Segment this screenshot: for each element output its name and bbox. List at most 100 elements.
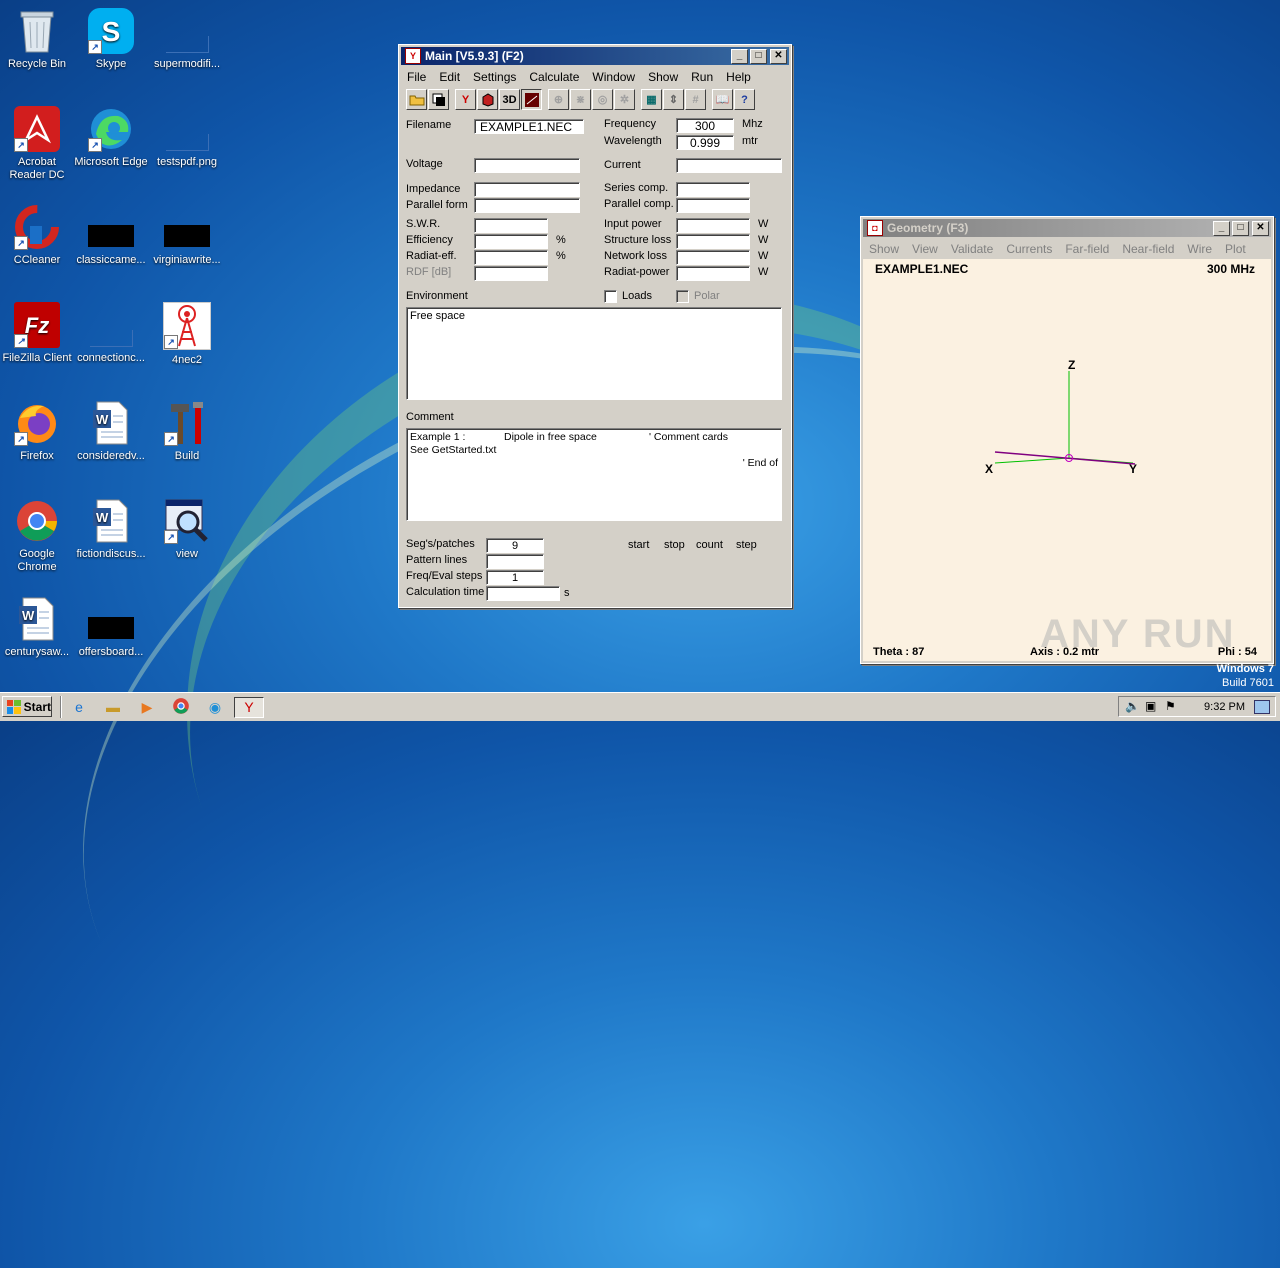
radiat-eff-field[interactable] [474, 250, 548, 265]
action-center-flag-icon[interactable]: ⚑ [1165, 699, 1176, 713]
environment-textbox[interactable]: Free space [406, 307, 782, 400]
desktop-icon-filezilla[interactable]: Fz ↗ FileZilla Client [0, 302, 74, 365]
impedance-field[interactable] [474, 182, 580, 197]
geo-menu-view[interactable]: View [906, 242, 945, 256]
efficiency-field[interactable] [474, 234, 548, 249]
voltage-field[interactable] [474, 158, 580, 173]
current-field[interactable] [676, 158, 782, 173]
far-field-icon[interactable]: ⊕ [548, 89, 569, 110]
menu-calculate[interactable]: Calculate [523, 70, 586, 84]
explorer-folder-icon[interactable]: ▬ [103, 697, 123, 717]
3d-view-button[interactable]: 3D [499, 89, 520, 110]
geometry-titlebar[interactable]: ◘ Geometry (F3) _ □ ✕ [863, 219, 1271, 237]
desktop-icon-chrome[interactable]: Google Chrome [0, 498, 74, 574]
radiat-power-unit: W [758, 266, 769, 278]
series-comp-field[interactable] [676, 182, 750, 197]
desktop-icon-skype[interactable]: S ↗ Skype [74, 8, 148, 71]
antenna-icon[interactable]: Y [455, 89, 476, 110]
desktop-icon-virginiawrite[interactable]: virginiawrite... [150, 204, 224, 267]
loads-checkbox[interactable] [604, 290, 617, 303]
desktop-icon-view[interactable]: ↗ view [150, 498, 224, 561]
system-tray: 🔈 ▣ ⚑ 9:32 PM [1118, 696, 1276, 717]
volume-icon[interactable]: 🔈 [1125, 699, 1140, 713]
close-button[interactable]: ✕ [770, 48, 787, 64]
geometry-canvas[interactable]: EXAMPLE1.NEC 300 MHz Z X Y Theta : 87 Ax… [863, 259, 1271, 661]
options-icon[interactable]: # [685, 89, 706, 110]
menu-show[interactable]: Show [642, 70, 685, 84]
desktop-icon-edge[interactable]: ↗ Microsoft Edge [74, 106, 148, 169]
polar-checkbox[interactable] [676, 290, 689, 303]
menu-settings[interactable]: Settings [467, 70, 523, 84]
desktop-icon-supermodifi[interactable]: supermodifi... [150, 8, 224, 71]
maximize-button[interactable]: □ [750, 48, 767, 64]
copy-windows-icon[interactable] [428, 89, 449, 110]
desktop-icon-build[interactable]: ↗ Build [150, 400, 224, 463]
menu-run[interactable]: Run [685, 70, 720, 84]
cube-icon[interactable] [477, 89, 498, 110]
rdf-field[interactable] [474, 266, 548, 281]
radiat-power-field[interactable] [676, 266, 750, 281]
clock[interactable]: 9:32 PM [1204, 701, 1245, 713]
geo-menu-plot[interactable]: Plot [1219, 242, 1253, 256]
comment-textbox[interactable]: Example 1 : Dipole in free space ' Comme… [406, 428, 782, 521]
minimize-button[interactable]: _ [731, 48, 748, 64]
desktop-icon-recycle-bin[interactable]: Recycle Bin [0, 8, 74, 71]
close-button[interactable]: ✕ [1252, 220, 1269, 236]
calculator-icon[interactable]: ▦ [641, 89, 662, 110]
help-icon[interactable]: ? [734, 89, 755, 110]
desktop-icon-consideredv[interactable]: W consideredv... [74, 400, 148, 463]
filename-field[interactable]: EXAMPLE1.NEC [474, 119, 584, 134]
menu-window[interactable]: Window [586, 70, 642, 84]
freq-steps-field[interactable]: 1 [486, 570, 544, 585]
media-player-icon[interactable]: ▶ [137, 697, 157, 717]
desktop-icon-fictiondiscus[interactable]: W fictiondiscus... [74, 498, 148, 561]
desktop-icon-classiccame[interactable]: classiccame... [74, 204, 148, 267]
near-field-icon[interactable]: ⋇ [570, 89, 591, 110]
open-folder-icon[interactable] [406, 89, 427, 110]
network-loss-field[interactable] [676, 250, 750, 265]
sweep-icon[interactable]: ✲ [614, 89, 635, 110]
desktop-icon-connectionc[interactable]: connectionc... [74, 302, 148, 365]
desktop-icon-offersboard[interactable]: offersboard... [74, 596, 148, 659]
geo-menu-wire[interactable]: Wire [1181, 242, 1219, 256]
frequency-field[interactable]: 300 [676, 118, 734, 133]
maximize-button[interactable]: □ [1232, 220, 1249, 236]
parallel-comp-field[interactable] [676, 198, 750, 213]
start-button[interactable]: Start [2, 696, 52, 717]
geo-menu-near-field[interactable]: Near-field [1116, 242, 1181, 256]
4nec2-taskbar-button[interactable]: Y [234, 697, 264, 718]
segs-field[interactable]: 9 [486, 538, 544, 553]
desktop-icon-acrobat[interactable]: ↗ Acrobat Reader DC [0, 106, 74, 182]
geo-menu-currents[interactable]: Currents [1000, 242, 1059, 256]
calc-time-field[interactable] [486, 586, 560, 601]
show-desktop-icon[interactable] [1254, 700, 1270, 714]
main-titlebar[interactable]: Y Main [V5.9.3] (F2) _ □ ✕ [401, 47, 789, 65]
edge-taskbar-icon[interactable]: ◉ [205, 697, 225, 717]
swr-field[interactable] [474, 218, 548, 233]
book-icon[interactable]: 📖 [712, 89, 733, 110]
pattern-lines-field[interactable] [486, 554, 544, 569]
network-icon[interactable]: ▣ [1145, 699, 1156, 713]
ie-icon[interactable]: e [69, 697, 89, 717]
chrome-taskbar-icon[interactable] [171, 697, 191, 717]
smith-chart-icon[interactable]: ◎ [592, 89, 613, 110]
desktop-icon-testspdf[interactable]: testspdf.png [150, 106, 224, 169]
menu-file[interactable]: File [401, 70, 433, 84]
minimize-button[interactable]: _ [1213, 220, 1230, 236]
pattern-icon[interactable] [521, 89, 542, 110]
desktop-icon-centurysaw[interactable]: W centurysaw... [0, 596, 74, 659]
menu-edit[interactable]: Edit [433, 70, 467, 84]
structure-loss-field[interactable] [676, 234, 750, 249]
input-power-field[interactable] [676, 218, 750, 233]
parallel-form-field[interactable] [474, 198, 580, 213]
optimizer-icon[interactable]: ⇕ [663, 89, 684, 110]
desktop-icon-4nec2[interactable]: ↗ 4nec2 [150, 302, 224, 367]
input-power-unit: W [758, 218, 769, 230]
wavelength-field[interactable]: 0.999 [676, 135, 734, 150]
geo-menu-validate[interactable]: Validate [945, 242, 1000, 256]
menu-help[interactable]: Help [720, 70, 758, 84]
geo-menu-show[interactable]: Show [863, 242, 906, 256]
desktop-icon-firefox[interactable]: ↗ Firefox [0, 400, 74, 463]
desktop-icon-ccleaner[interactable]: ↗ CCleaner [0, 204, 74, 267]
geo-menu-far-field[interactable]: Far-field [1059, 242, 1116, 256]
